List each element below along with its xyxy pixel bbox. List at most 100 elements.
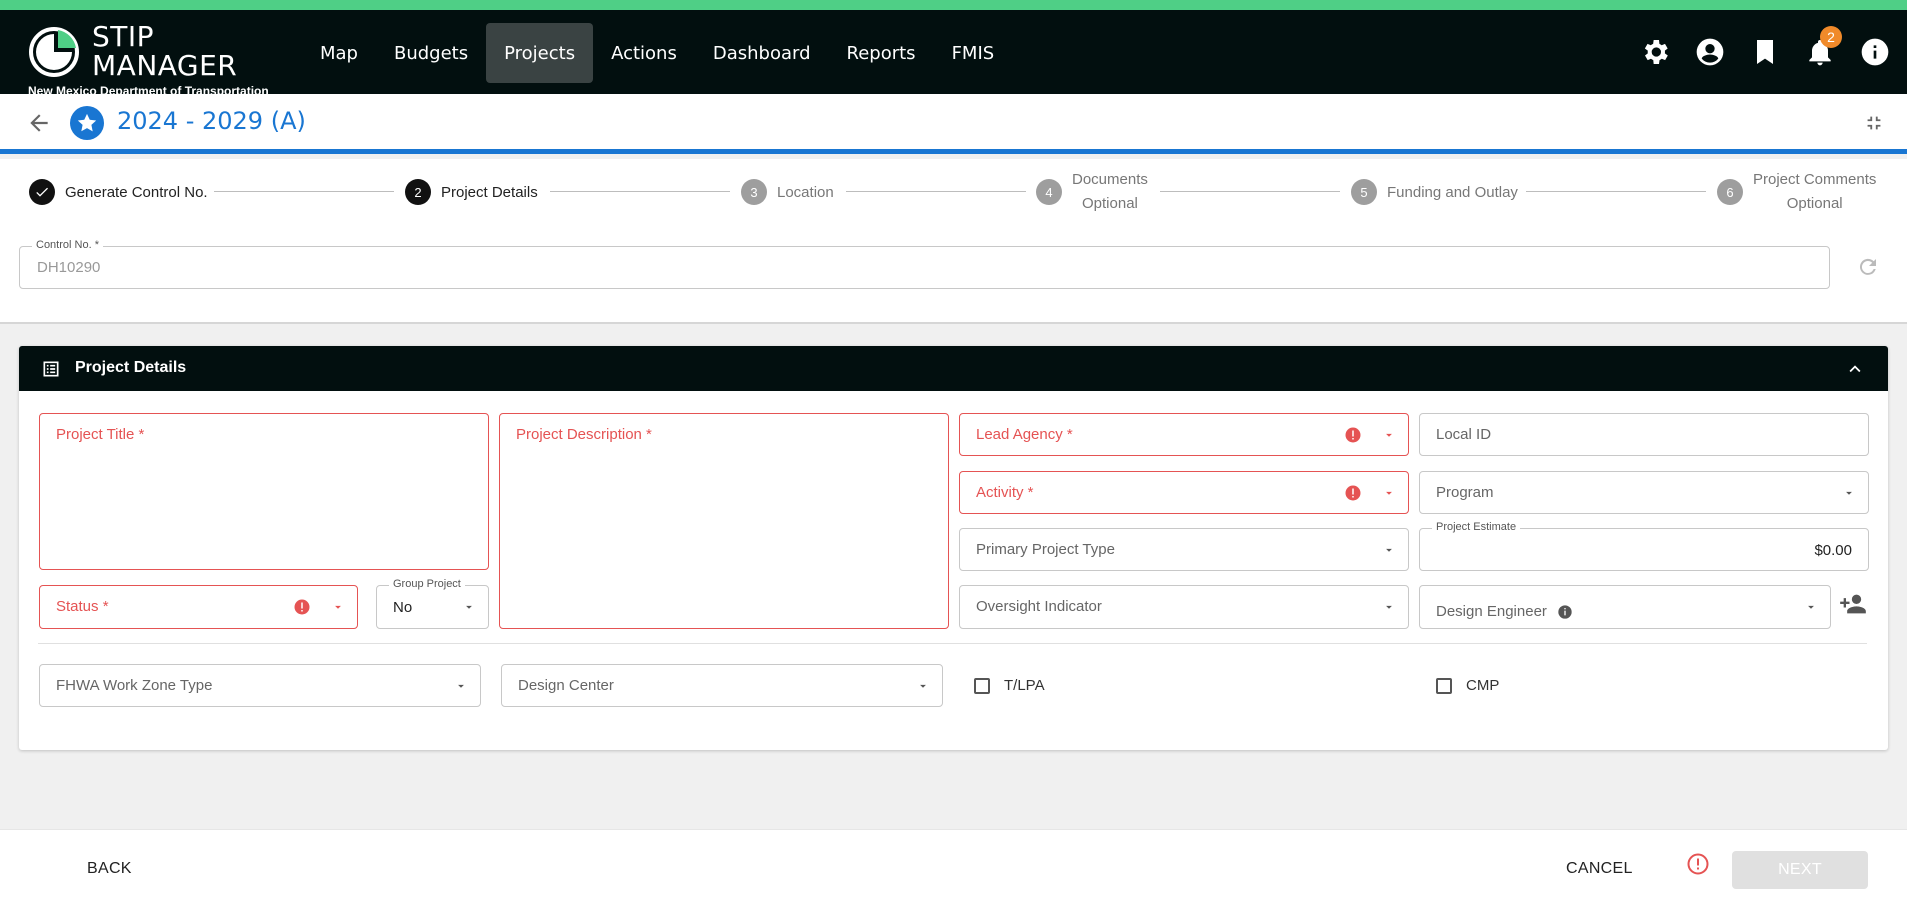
fullscreen-exit-icon[interactable] [1863,112,1885,134]
oversight-indicator-select[interactable]: Oversight Indicator [959,585,1409,629]
panel-title: Project Details [75,359,187,376]
step-connector [550,191,730,192]
nav-item-map[interactable]: Map [302,23,376,83]
primary-project-type-label: Primary Project Type [976,541,1115,558]
step-project-comments[interactable]: 6 Project Comments Optional [1717,159,1876,225]
top-accent-bar [0,0,1907,10]
tlpa-checkbox[interactable] [974,677,990,694]
error-icon [1345,485,1361,501]
back-arrow-icon[interactable] [26,110,52,136]
step-generate-control-no[interactable]: Generate Control No. [29,159,208,225]
lead-agency-select[interactable]: Lead Agency * [959,413,1409,456]
program-label: Program [1436,484,1494,501]
primary-project-type-select[interactable]: Primary Project Type [959,528,1409,571]
info-icon [1861,38,1889,66]
project-estimate-input[interactable]: Project Estimate $0.00 [1419,521,1869,571]
info-button[interactable] [1857,34,1893,70]
project-details-panel: Project Details Project Title * Project … [19,346,1888,750]
person-add-icon[interactable] [1839,590,1867,618]
project-description-field[interactable]: Project Description * [499,413,949,629]
page-title: 2024 - 2029 (A) [117,107,306,135]
step-connector [1526,191,1706,192]
dropdown-arrow-icon [466,605,472,609]
fhwa-work-zone-type-select[interactable]: FHWA Work Zone Type [39,664,481,707]
nav-item-dashboard[interactable]: Dashboard [695,23,829,83]
settings-icon [1644,40,1668,64]
footer-action-bar: BACK CANCEL NEXT [0,829,1907,916]
activity-select[interactable]: Activity * [959,471,1409,514]
section-divider [38,643,1867,644]
step-label: Location [777,183,834,201]
nav-item-budgets[interactable]: Budgets [376,23,486,83]
panel-header[interactable]: Project Details [19,346,1888,391]
project-title-label: Project Title * [56,426,145,443]
step-connector [846,191,1026,192]
nav-item-actions[interactable]: Actions [593,23,695,83]
step-number: 2 [405,179,431,205]
project-description-label: Project Description * [516,426,652,443]
info-circle-icon[interactable] [1557,604,1573,620]
account-button[interactable] [1692,34,1728,70]
logo-mark-icon [29,27,79,77]
local-id-input[interactable]: Local ID [1419,413,1869,456]
lead-agency-label: Lead Agency * [976,426,1073,443]
page-title-bar: 2024 - 2029 (A) [0,94,1907,154]
back-button[interactable]: BACK [87,860,132,878]
refresh-icon[interactable] [1856,255,1880,279]
cmp-checkbox-wrap[interactable]: CMP [1436,677,1499,694]
group-project-select[interactable]: Group Project No [376,578,489,629]
header-icon-group: 2 [1637,26,1893,70]
settings-button[interactable] [1637,34,1673,70]
error-icon [1345,427,1361,443]
step-documents[interactable]: 4 Documents Optional [1036,159,1148,225]
control-no-value: DH10290 [37,259,101,276]
design-engineer-select[interactable]: Design Engineer [1419,585,1831,629]
nav-item-projects[interactable]: Projects [486,23,594,83]
cmp-label: CMP [1466,677,1500,694]
step-funding-and-outlay[interactable]: 5 Funding and Outlay [1351,159,1518,225]
star-badge [70,106,104,140]
project-estimate-label: Project Estimate [1432,521,1521,533]
cmp-checkbox[interactable] [1436,677,1452,694]
step-done-circle [29,179,55,205]
stepper-section: Generate Control No. 2 Project Details 3… [0,159,1907,324]
step-connector [214,191,394,192]
step-label: Documents Optional [1072,171,1148,212]
step-connector [1160,191,1340,192]
error-icon [294,599,310,615]
step-label: Project Details [441,183,538,201]
dropdown-arrow-icon [920,684,926,688]
program-select[interactable]: Program [1419,471,1869,514]
error-outline-icon[interactable] [1686,852,1710,876]
control-no-label: Control No. * [32,239,103,251]
list-alt-icon [43,361,59,377]
activity-label: Activity * [976,484,1034,501]
local-id-label: Local ID [1436,426,1492,443]
tlpa-checkbox-wrap[interactable]: T/LPA [974,677,1045,694]
bookmark-icon [1757,40,1773,64]
next-button[interactable]: NEXT [1732,851,1868,889]
notifications-button[interactable]: 2 [1802,26,1842,70]
step-label: Funding and Outlay [1387,183,1518,201]
design-engineer-label: Design Engineer [1436,603,1573,620]
star-icon [77,113,97,132]
step-location[interactable]: 3 Location [741,159,834,225]
status-select[interactable]: Status * [39,585,358,629]
step-number: 6 [1717,179,1743,205]
design-center-select[interactable]: Design Center [501,664,943,707]
step-number: 3 [741,179,767,205]
nav-item-fmis[interactable]: FMIS [934,23,1013,83]
step-project-details[interactable]: 2 Project Details [405,159,538,225]
group-project-label: Group Project [389,578,465,590]
main-nav: Map Budgets Projects Actions Dashboard R… [302,23,1012,83]
control-no-field[interactable]: Control No. * DH10290 [19,239,1830,289]
chevron-up-icon[interactable] [1844,358,1866,380]
app-logo[interactable]: STIP MANAGER New Mexico Department of Tr… [28,18,288,98]
cancel-button[interactable]: CANCEL [1566,860,1633,878]
design-center-label: Design Center [518,677,614,694]
nav-item-reports[interactable]: Reports [829,23,934,83]
project-title-field[interactable]: Project Title * [39,413,489,570]
step-label: Generate Control No. [65,183,208,201]
bookmark-button[interactable] [1747,34,1783,70]
dropdown-arrow-icon [1808,605,1814,609]
